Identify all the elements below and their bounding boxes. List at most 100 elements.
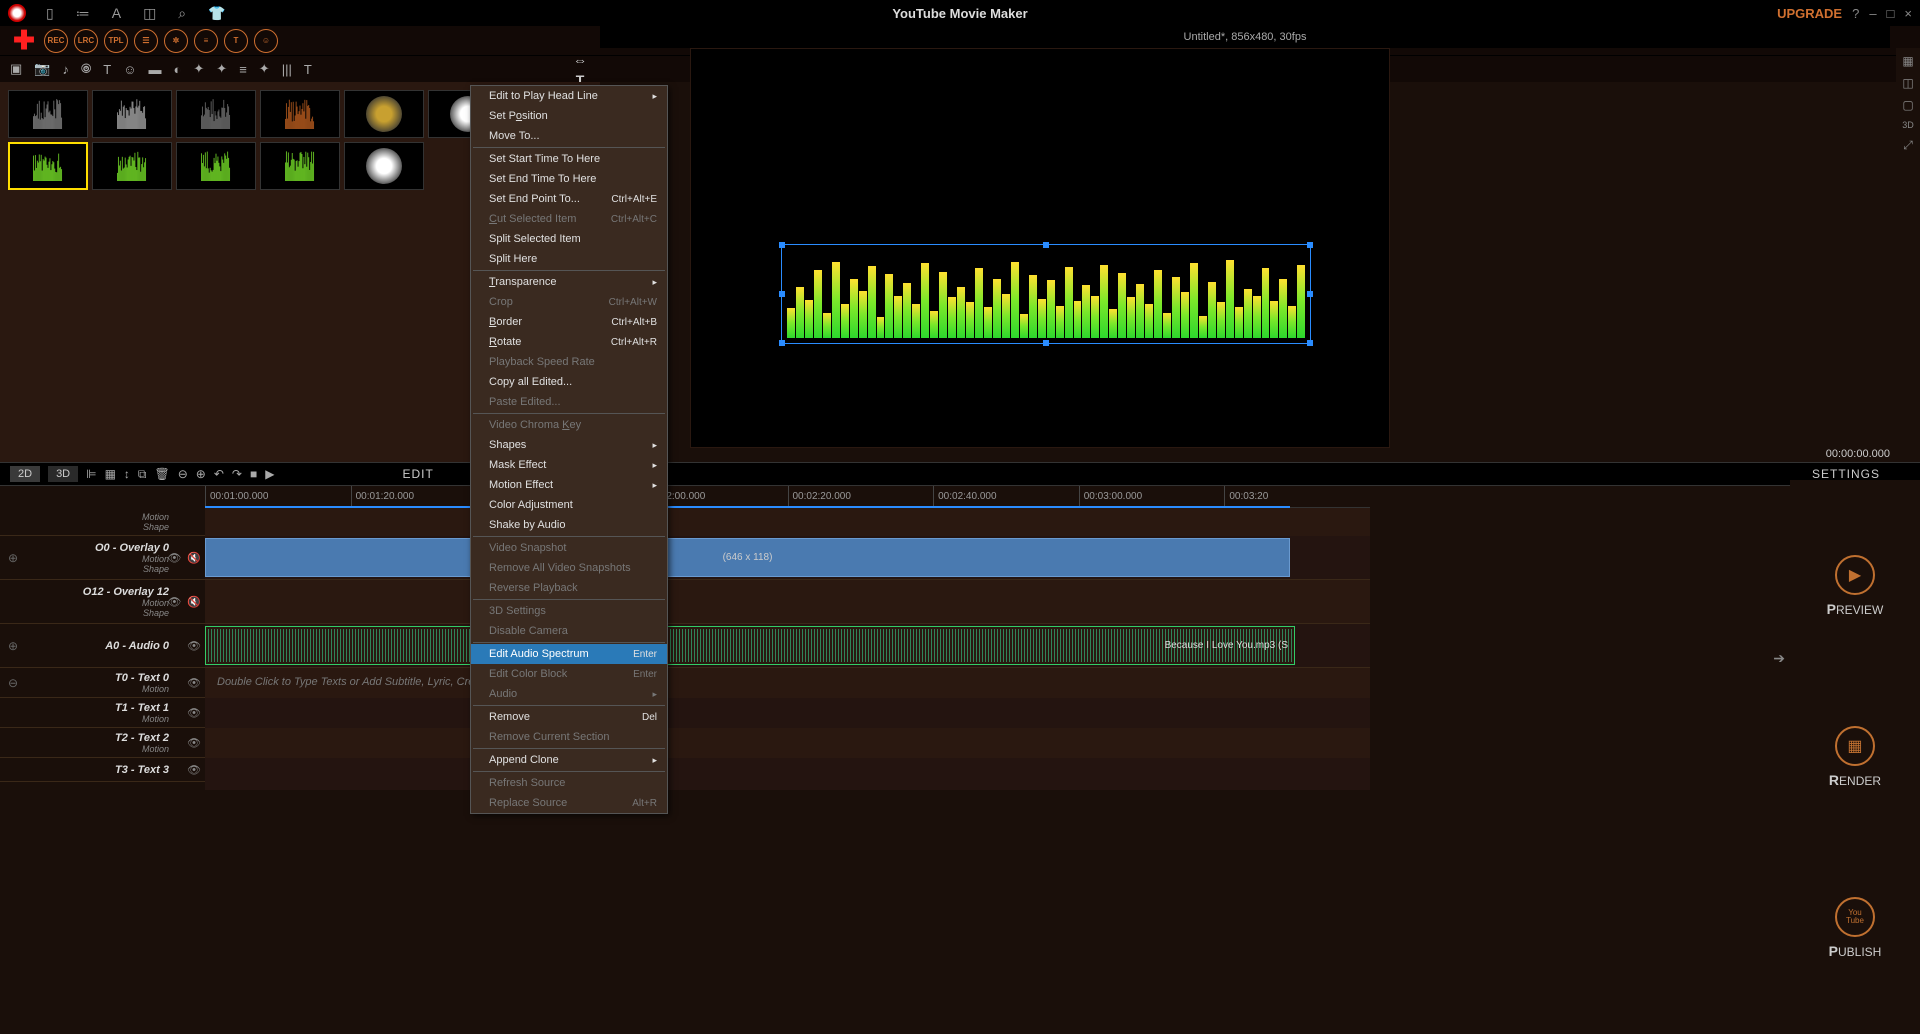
track-header[interactable]: T3 - Text 3👁 — [0, 758, 205, 781]
help-button[interactable]: ? — [1852, 6, 1859, 21]
track-body[interactable] — [205, 728, 1370, 760]
tool2-icon-1[interactable]: 📷 — [34, 61, 50, 77]
menu-item[interactable]: Append Clone — [471, 750, 667, 770]
preview-button[interactable]: ▶ PREVIEW — [1827, 555, 1884, 617]
menu-item[interactable]: Set End Point To...Ctrl+Alt+E — [471, 189, 667, 209]
eye-icon[interactable]: 👁 — [187, 736, 201, 749]
asset-thumb-9[interactable] — [176, 142, 256, 190]
track-header[interactable]: MotionShape — [0, 508, 205, 535]
tool2-icon-11[interactable]: ✦ — [259, 61, 270, 77]
tool2-icon-12[interactable]: ||| — [282, 62, 292, 77]
minus-icon[interactable]: ⊖ — [178, 467, 188, 481]
tool2-icon-9[interactable]: ✦ — [216, 61, 227, 77]
circ-btn-eq[interactable]: ≡ — [194, 29, 218, 53]
menu-item[interactable]: Mask Effect — [471, 455, 667, 475]
track-body[interactable]: (646 x 118) — [205, 536, 1370, 579]
tool2-icon-3[interactable]: 🞋 — [81, 61, 91, 77]
tool2-icon-10[interactable]: ≡ — [239, 62, 247, 77]
track-header[interactable]: T2 - Text 2Motion👁 — [0, 728, 205, 757]
threed-icon[interactable]: 3D — [1896, 120, 1920, 130]
menu-item[interactable]: Color Adjustment — [471, 495, 667, 515]
tool2-icon-4[interactable]: T — [103, 62, 111, 77]
tool2-icon-13[interactable]: T — [304, 62, 312, 77]
spectrum-selection-box[interactable] — [781, 244, 1311, 344]
menu-item[interactable]: Set End Time To Here — [471, 169, 667, 189]
menu-item[interactable]: RemoveDel — [471, 707, 667, 727]
tool2-icon-0[interactable]: ▣ — [10, 61, 22, 77]
asset-thumb-7[interactable] — [8, 142, 88, 190]
tool2-icon-7[interactable]: ◐ — [174, 62, 182, 77]
timeline-clip[interactable]: (646 x 118) — [205, 538, 1290, 577]
menu-item[interactable]: Copy all Edited... — [471, 372, 667, 392]
timeline-ruler[interactable]: 00:01:00.00000:01:20.00000:02:00.00000:0… — [205, 486, 1370, 508]
asset-thumb-3[interactable] — [260, 90, 340, 138]
circ-btn-lrc[interactable]: LRC — [74, 29, 98, 53]
menu-item[interactable]: Edit to Play Head Line — [471, 86, 667, 106]
render-button[interactable]: ▦ RENDER — [1829, 726, 1881, 788]
mute-icon[interactable]: 🔇 — [187, 551, 201, 564]
align-icon[interactable]: ⊫ — [86, 467, 96, 481]
view-2d-button[interactable]: 2D — [10, 466, 40, 482]
eye-icon[interactable]: 👁 — [187, 763, 201, 776]
collapse-icon[interactable]: ⊖ — [8, 676, 18, 690]
tool2-icon-5[interactable]: ☺ — [123, 62, 136, 77]
context-menu[interactable]: Edit to Play Head LineSet PositionMove T… — [470, 85, 668, 814]
menu-item[interactable]: Split Here — [471, 249, 667, 269]
eye-icon[interactable]: 👁 — [187, 639, 201, 652]
mute-icon[interactable]: 🔇 — [187, 595, 201, 608]
trash-icon[interactable]: 🗑 — [155, 467, 170, 481]
menu-item[interactable]: Transparence — [471, 272, 667, 292]
grid-icon[interactable]: ▦ — [1896, 54, 1920, 68]
list-icon[interactable]: ≔ — [76, 5, 90, 22]
layout-icon[interactable]: ◫ — [143, 5, 156, 22]
menu-item[interactable]: Move To... — [471, 126, 667, 146]
circ-btn-list[interactable]: ☰ — [134, 29, 158, 53]
menu-item[interactable]: Shake by Audio — [471, 515, 667, 535]
track-header[interactable]: O12 - Overlay 12MotionShape👁🔇 — [0, 580, 205, 623]
upgrade-button[interactable]: UPGRADE — [1777, 6, 1842, 21]
timeline-clip[interactable]: Because I Love You.mp3 (S — [205, 626, 1295, 665]
asset-thumb-11[interactable] — [344, 142, 424, 190]
track-body[interactable]: Because I Love You.mp3 (S — [205, 624, 1370, 667]
track-body[interactable] — [205, 698, 1370, 730]
settings-label[interactable]: SETTINGS — [1812, 467, 1880, 481]
view-3d-button[interactable]: 3D — [48, 466, 78, 482]
eye-icon[interactable]: 👁 — [167, 551, 181, 564]
add-button[interactable]: ✚ — [10, 27, 38, 55]
play-icon[interactable]: ▶ — [265, 467, 274, 481]
circ-btn-t[interactable]: T — [224, 29, 248, 53]
search-icon[interactable]: ⌕ — [178, 5, 186, 22]
eye-icon[interactable]: 👁 — [167, 595, 181, 608]
track-header[interactable]: T1 - Text 1Motion👁 — [0, 698, 205, 727]
redo-icon[interactable]: ↷ — [232, 467, 242, 481]
menu-item[interactable]: BorderCtrl+Alt+B — [471, 312, 667, 332]
crop2-icon[interactable]: ◫ — [1896, 76, 1920, 90]
tool2-icon-2[interactable]: ♪ — [62, 62, 69, 77]
asset-thumb-8[interactable] — [92, 142, 172, 190]
a-icon[interactable]: A — [112, 5, 121, 22]
menu-item[interactable]: Shapes — [471, 435, 667, 455]
updown-icon[interactable]: ↕ — [124, 467, 130, 481]
preview-viewport[interactable] — [690, 48, 1390, 448]
menu-item[interactable]: Set Start Time To Here — [471, 149, 667, 169]
grid2-icon[interactable]: ▦ — [105, 467, 116, 481]
plus-icon[interactable]: ⊕ — [196, 467, 206, 481]
asset-thumb-0[interactable] — [8, 90, 88, 138]
track-body[interactable] — [205, 758, 1370, 790]
tool2-icon-6[interactable]: ▬ — [149, 62, 162, 77]
expand-icon[interactable]: ⊕ — [8, 639, 18, 653]
publish-button[interactable]: YouTube PUBLISH — [1829, 897, 1882, 959]
circ-btn-rec[interactable]: REC — [44, 29, 68, 53]
eye-icon[interactable]: 👁 — [187, 676, 201, 689]
track-header[interactable]: ⊕A0 - Audio 0👁 — [0, 624, 205, 667]
sq-icon[interactable]: ▢ — [1896, 98, 1920, 112]
circ-btn-star[interactable]: ✲ — [164, 29, 188, 53]
minimize-button[interactable]: – — [1869, 6, 1876, 21]
shirt-icon[interactable]: 👕 — [208, 5, 225, 22]
track-body[interactable]: Double Click to Type Texts or Add Subtit… — [205, 668, 1370, 700]
menu-item[interactable]: Motion Effect — [471, 475, 667, 495]
asset-thumb-10[interactable] — [260, 142, 340, 190]
asset-thumb-4[interactable] — [344, 90, 424, 138]
close-button[interactable]: × — [1904, 6, 1912, 21]
expand-icon[interactable]: ⤢ — [1896, 138, 1920, 153]
